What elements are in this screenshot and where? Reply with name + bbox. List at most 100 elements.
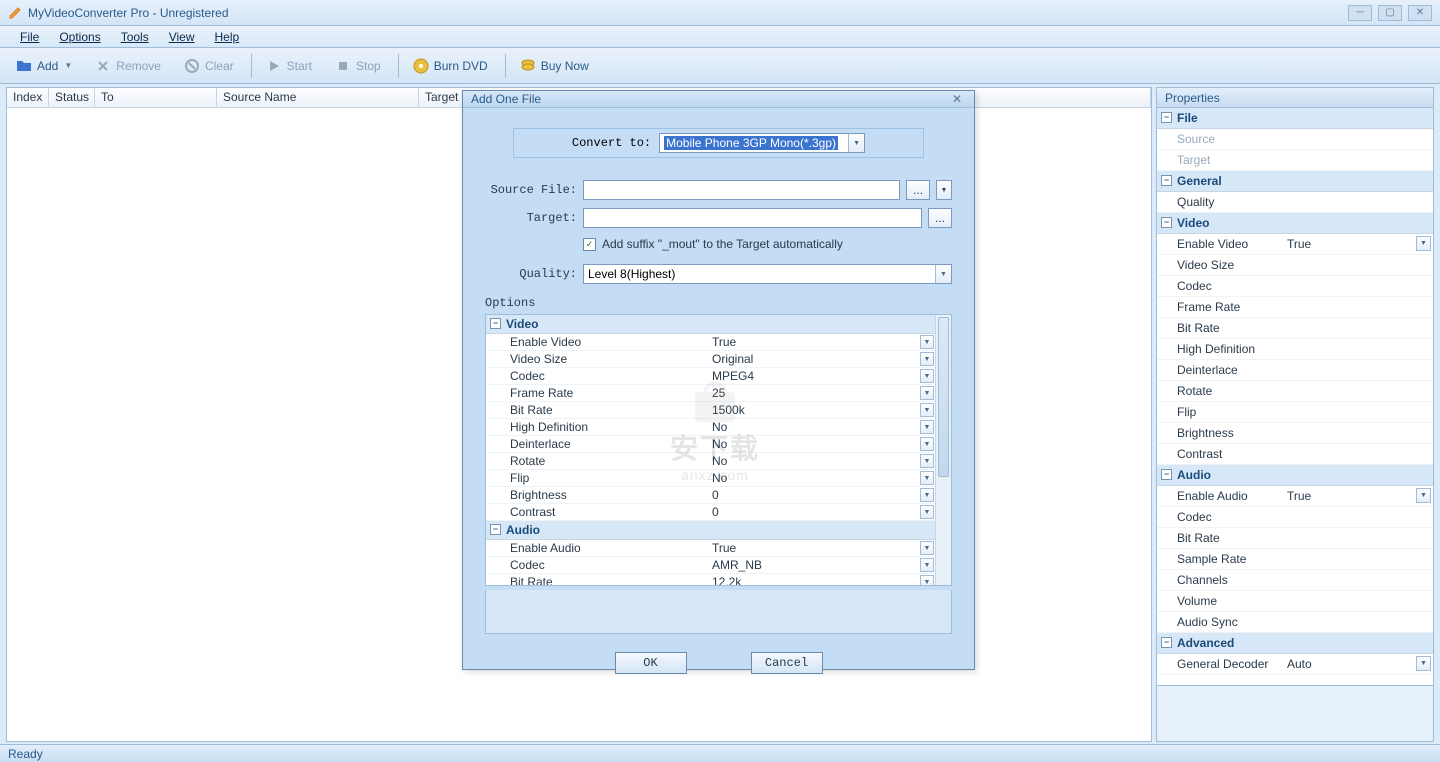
prop-row[interactable]: Volume [1157,591,1433,612]
chevron-down-icon[interactable]: ▼ [920,352,934,366]
prop-row[interactable]: Sample Rate [1157,549,1433,570]
prop-row[interactable]: Brightness [1157,423,1433,444]
prop-row[interactable]: Frame Rate [1157,297,1433,318]
prop-row[interactable]: General DecoderAuto▼ [1157,654,1433,675]
prop-category[interactable]: −Audio [1157,465,1433,486]
prop-value[interactable] [1283,402,1433,422]
collapse-icon[interactable]: − [1161,637,1172,648]
source-file-input[interactable] [583,180,900,200]
opt-row[interactable]: Brightness0▼ [486,487,935,504]
prop-row[interactable]: Audio Sync [1157,612,1433,633]
prop-value[interactable] [1283,129,1433,149]
prop-value[interactable]: True▼ [1283,234,1433,254]
opt-row[interactable]: CodecAMR_NB▼ [486,557,935,574]
prop-value[interactable] [1283,591,1433,611]
col-to[interactable]: To [95,88,217,107]
opt-value[interactable]: No▼ [708,436,935,452]
menu-file[interactable]: File [10,30,49,44]
stop-button[interactable]: Stop [325,53,390,79]
collapse-icon[interactable]: − [1161,217,1172,228]
collapse-icon[interactable]: − [1161,175,1172,186]
buy-now-button[interactable]: Buy Now [510,53,598,79]
dialog-close-button[interactable]: ✕ [948,91,966,107]
prop-row[interactable]: Bit Rate [1157,528,1433,549]
opt-value[interactable]: No▼ [708,470,935,486]
chevron-down-icon[interactable]: ▼ [1416,656,1431,671]
prop-value[interactable] [1283,150,1433,170]
prop-row[interactable]: Codec [1157,507,1433,528]
opt-value[interactable]: 0▼ [708,504,935,520]
prop-row[interactable]: Video Size [1157,255,1433,276]
opt-value[interactable]: 25▼ [708,385,935,401]
chevron-down-icon[interactable]: ▼ [920,386,934,400]
opt-row[interactable]: CodecMPEG4▼ [486,368,935,385]
prop-value[interactable] [1283,318,1433,338]
ok-button[interactable]: OK [615,652,687,674]
opt-value[interactable]: AMR_NB▼ [708,557,935,573]
opt-value[interactable]: True▼ [708,334,935,350]
properties-grid[interactable]: −FileSourceTarget−GeneralQuality−VideoEn… [1156,107,1434,686]
opt-row[interactable]: RotateNo▼ [486,453,935,470]
menu-help[interactable]: Help [205,30,250,44]
quality-select[interactable]: Level 8(Highest) ▼ [583,264,952,284]
prop-row[interactable]: Flip [1157,402,1433,423]
prop-row[interactable]: Source [1157,129,1433,150]
opt-row[interactable]: Frame Rate25▼ [486,385,935,402]
prop-value[interactable] [1283,360,1433,380]
prop-value[interactable] [1283,507,1433,527]
opt-row[interactable]: Enable AudioTrue▼ [486,540,935,557]
menu-view[interactable]: View [159,30,205,44]
cancel-button[interactable]: Cancel [751,652,823,674]
chevron-down-icon[interactable]: ▼ [920,488,934,502]
burn-dvd-button[interactable]: Burn DVD [403,53,497,79]
prop-row[interactable]: Deinterlace [1157,360,1433,381]
prop-value[interactable] [1283,549,1433,569]
prop-row[interactable]: Enable VideoTrue▼ [1157,234,1433,255]
opt-value[interactable]: No▼ [708,419,935,435]
chevron-down-icon[interactable]: ▼ [920,369,934,383]
prop-value[interactable] [1283,297,1433,317]
chevron-down-icon[interactable]: ▼ [920,575,934,585]
chevron-down-icon[interactable]: ▼ [1416,236,1431,251]
chevron-down-icon[interactable]: ▼ [920,335,934,349]
col-index[interactable]: Index [7,88,49,107]
prop-row[interactable]: Bit Rate [1157,318,1433,339]
opt-value[interactable]: True▼ [708,540,935,556]
prop-value[interactable] [1283,444,1433,464]
opt-row[interactable]: Bit Rate1500k▼ [486,402,935,419]
opt-value[interactable]: 0▼ [708,487,935,503]
prop-value[interactable] [1283,339,1433,359]
prop-row[interactable]: Rotate [1157,381,1433,402]
menu-tools[interactable]: Tools [111,30,159,44]
prop-value[interactable] [1283,528,1433,548]
chevron-down-icon[interactable]: ▼ [920,403,934,417]
prop-row[interactable]: Codec [1157,276,1433,297]
opt-value[interactable]: MPEG4▼ [708,368,935,384]
prop-value[interactable] [1283,612,1433,632]
opt-category[interactable]: −Video [486,315,935,334]
chevron-down-icon[interactable]: ▼ [920,541,934,555]
opt-row[interactable]: Enable VideoTrue▼ [486,334,935,351]
prop-value[interactable] [1283,381,1433,401]
chevron-down-icon[interactable]: ▼ [920,471,934,485]
opt-value[interactable]: No▼ [708,453,935,469]
source-dropdown-button[interactable]: ▼ [936,180,952,200]
options-scrollbar[interactable] [935,315,951,585]
browse-source-button[interactable]: ... [906,180,930,200]
dialog-titlebar[interactable]: Add One File ✕ [463,91,974,108]
opt-row[interactable]: High DefinitionNo▼ [486,419,935,436]
add-button[interactable]: Add ▼ [6,53,81,79]
maximize-button[interactable]: ▢ [1378,5,1402,21]
chevron-down-icon[interactable]: ▼ [920,505,934,519]
opt-value[interactable]: Original▼ [708,351,935,367]
opt-row[interactable]: Video SizeOriginal▼ [486,351,935,368]
prop-value[interactable]: True▼ [1283,486,1433,506]
opt-value[interactable]: 12.2k▼ [708,574,935,585]
close-button[interactable]: ✕ [1408,5,1432,21]
chevron-down-icon[interactable]: ▼ [920,420,934,434]
opt-value[interactable]: 1500k▼ [708,402,935,418]
convert-to-select[interactable]: Mobile Phone 3GP Mono(*.3gp) ▼ [659,133,865,153]
minimize-button[interactable]: ─ [1348,5,1372,21]
opt-row[interactable]: DeinterlaceNo▼ [486,436,935,453]
start-button[interactable]: Start [256,53,321,79]
